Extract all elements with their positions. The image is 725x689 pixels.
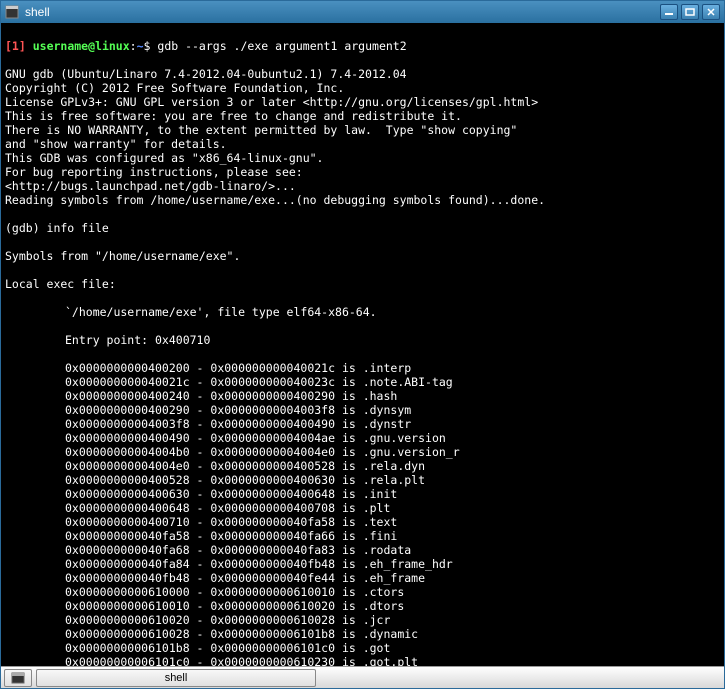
section-line: 0x0000000000610028 - 0x00000000006101b8 … bbox=[5, 627, 720, 641]
section-line: 0x00000000004004e0 - 0x0000000000400528 … bbox=[5, 459, 720, 473]
terminal-icon bbox=[5, 5, 19, 19]
section-line: 0x000000000040fa68 - 0x000000000040fa83 … bbox=[5, 543, 720, 557]
terminal-window: shell [1] username@linux:~$ gdb --args .… bbox=[0, 0, 725, 689]
terminal-body[interactable]: [1] username@linux:~$ gdb --args ./exe a… bbox=[1, 23, 724, 666]
section-line: 0x0000000000400290 - 0x00000000004003f8 … bbox=[5, 403, 720, 417]
file-type-line: `/home/username/exe', file type elf64-x8… bbox=[5, 305, 720, 319]
output-line: GNU gdb (Ubuntu/Linaro 7.4-2012.04-0ubun… bbox=[5, 67, 720, 81]
taskbar: shell bbox=[1, 666, 724, 688]
maximize-button[interactable] bbox=[681, 4, 699, 20]
section-line: 0x0000000000400240 - 0x0000000000400290 … bbox=[5, 389, 720, 403]
taskbar-task-shell[interactable]: shell bbox=[36, 669, 316, 687]
section-line: 0x00000000006101b8 - 0x00000000006101c0 … bbox=[5, 641, 720, 655]
titlebar[interactable]: shell bbox=[1, 1, 724, 23]
output-line: Reading symbols from /home/username/exe.… bbox=[5, 193, 720, 207]
output-line: For bug reporting instructions, please s… bbox=[5, 165, 720, 179]
section-line: 0x0000000000400528 - 0x0000000000400630 … bbox=[5, 473, 720, 487]
section-line: 0x0000000000400490 - 0x00000000004004ae … bbox=[5, 431, 720, 445]
section-line: 0x00000000004003f8 - 0x0000000000400490 … bbox=[5, 417, 720, 431]
section-line: 0x0000000000400648 - 0x0000000000400708 … bbox=[5, 501, 720, 515]
taskbar-show-desktop[interactable] bbox=[4, 669, 32, 687]
output-line: This is free software: you are free to c… bbox=[5, 109, 720, 123]
section-line: 0x000000000040fa84 - 0x000000000040fb48 … bbox=[5, 557, 720, 571]
close-button[interactable] bbox=[702, 4, 720, 20]
local-exec-line: Local exec file: bbox=[5, 277, 720, 291]
minimize-button[interactable] bbox=[660, 4, 678, 20]
section-line: 0x0000000000610010 - 0x0000000000610020 … bbox=[5, 599, 720, 613]
command-text: gdb --args ./exe argument1 argument2 bbox=[157, 39, 406, 53]
taskbar-task-label: shell bbox=[165, 672, 188, 684]
section-line: 0x0000000000610000 - 0x0000000000610010 … bbox=[5, 585, 720, 599]
symbols-line: Symbols from "/home/username/exe". bbox=[5, 249, 720, 263]
prompt-line: [1] username@linux:~$ gdb --args ./exe a… bbox=[5, 39, 720, 53]
section-line: 0x0000000000610020 - 0x0000000000610028 … bbox=[5, 613, 720, 627]
output-line: License GPLv3+: GNU GPL version 3 or lat… bbox=[5, 95, 720, 109]
output-line: <http://bugs.launchpad.net/gdb-linaro/>.… bbox=[5, 179, 720, 193]
gdb-command-line: (gdb) info file bbox=[5, 221, 720, 235]
prompt-index: [1] bbox=[5, 39, 26, 53]
section-line: 0x0000000000400630 - 0x0000000000400648 … bbox=[5, 487, 720, 501]
section-line: 0x000000000040fb48 - 0x000000000040fe44 … bbox=[5, 571, 720, 585]
section-line: 0x0000000000400710 - 0x000000000040fa58 … bbox=[5, 515, 720, 529]
section-line: 0x000000000040fa58 - 0x000000000040fa66 … bbox=[5, 529, 720, 543]
section-line: 0x000000000040021c - 0x000000000040023c … bbox=[5, 375, 720, 389]
section-line: 0x0000000000400200 - 0x000000000040021c … bbox=[5, 361, 720, 375]
output-line: This GDB was configured as "x86_64-linux… bbox=[5, 151, 720, 165]
section-line: 0x00000000006101c0 - 0x0000000000610230 … bbox=[5, 655, 720, 666]
output-line: Copyright (C) 2012 Free Software Foundat… bbox=[5, 81, 720, 95]
section-line: 0x00000000004004b0 - 0x00000000004004e0 … bbox=[5, 445, 720, 459]
entry-point-line: Entry point: 0x400710 bbox=[5, 333, 720, 347]
window-title: shell bbox=[25, 5, 657, 19]
prompt-path: ~ bbox=[137, 39, 144, 53]
prompt-user-host: username@linux bbox=[33, 39, 130, 53]
output-line: There is NO WARRANTY, to the extent perm… bbox=[5, 123, 720, 137]
output-line: and "show warranty" for details. bbox=[5, 137, 720, 151]
